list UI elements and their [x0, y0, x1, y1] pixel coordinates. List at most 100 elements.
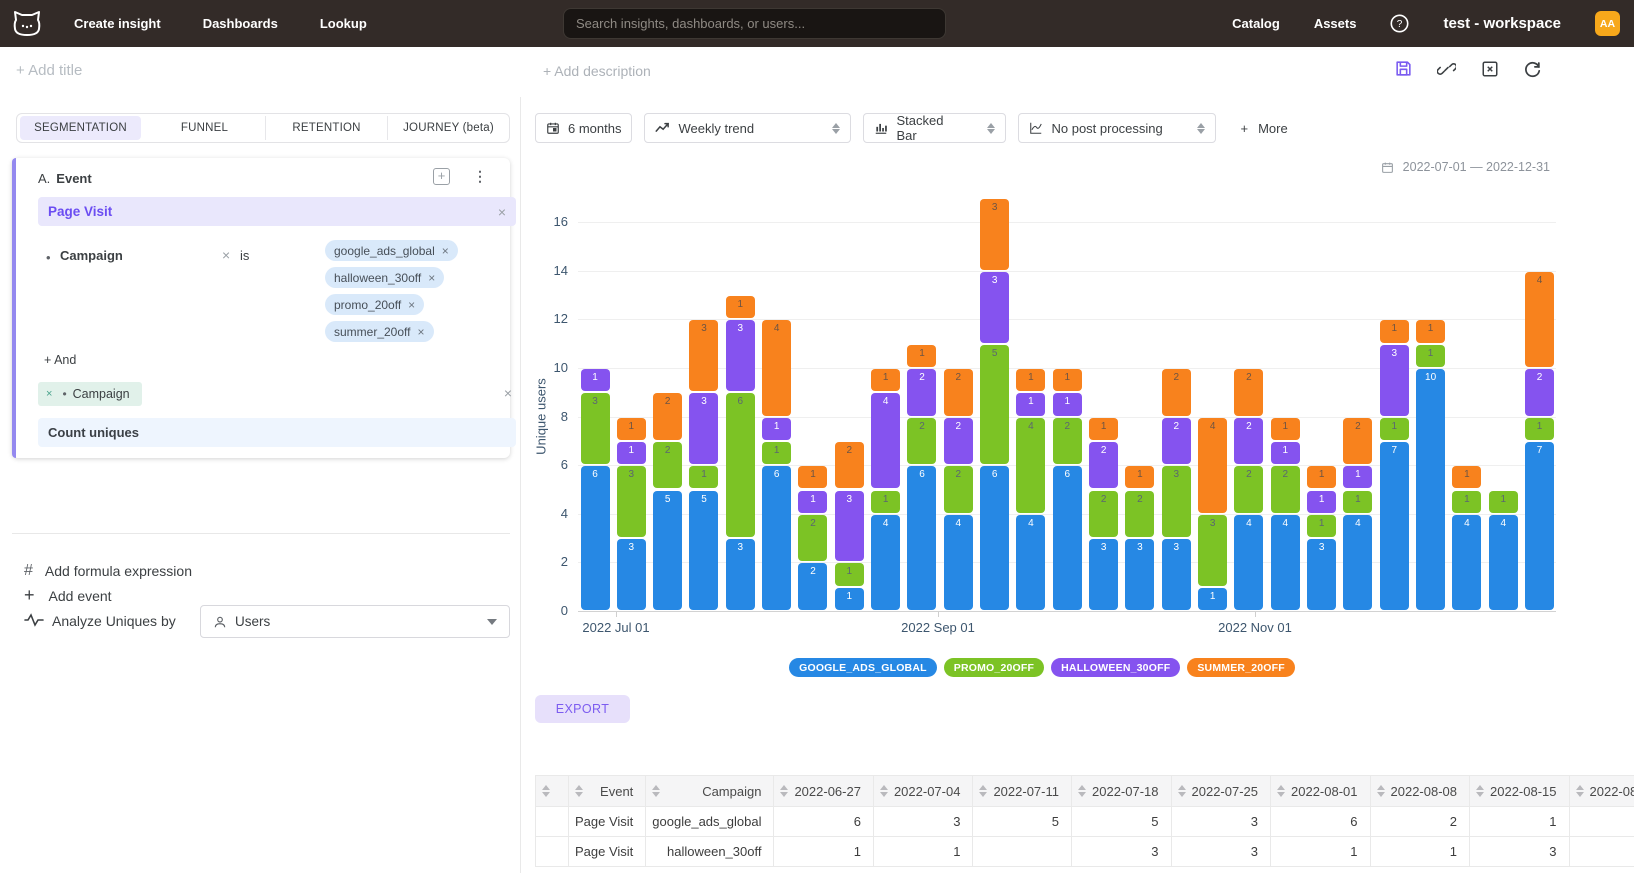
bar-segment[interactable]: 2: [1162, 369, 1191, 416]
tab-funnel[interactable]: FUNNEL: [144, 116, 266, 140]
bar-segment[interactable]: 3: [1125, 539, 1154, 610]
bar-segment[interactable]: 2: [944, 369, 973, 416]
bar-segment[interactable]: 2: [1525, 369, 1554, 416]
app-logo-cat-icon[interactable]: [10, 8, 44, 40]
bar-segment[interactable]: 3: [1380, 345, 1409, 416]
export-button[interactable]: EXPORT: [535, 695, 630, 723]
bar-segment[interactable]: 4: [1198, 418, 1227, 513]
bar-segment[interactable]: 4: [1343, 515, 1372, 610]
bar-segment[interactable]: 4: [1489, 515, 1518, 610]
bar-segment[interactable]: 3: [689, 320, 718, 391]
bar-segment[interactable]: 1: [871, 491, 900, 513]
bar-segment[interactable]: 4: [762, 320, 791, 415]
remove-value-icon[interactable]: ×: [408, 298, 415, 312]
nav-dashboards[interactable]: Dashboards: [203, 16, 278, 31]
bar-segment[interactable]: 3: [1307, 539, 1336, 610]
filter-value-chip[interactable]: google_ads_global×: [325, 240, 458, 261]
bar-segment[interactable]: 2: [798, 563, 827, 610]
add-description-field[interactable]: + Add description: [543, 63, 651, 79]
bar-segment[interactable]: 4: [1271, 515, 1300, 610]
add-filter-icon[interactable]: +: [433, 168, 450, 185]
filter-property[interactable]: Campaign: [60, 248, 123, 263]
column-header[interactable]: [536, 776, 569, 807]
more-button[interactable]: + More: [1240, 121, 1287, 136]
bar-segment[interactable]: 3: [726, 320, 755, 391]
filter-value-chip[interactable]: promo_20off×: [325, 294, 424, 315]
bar-segment[interactable]: 1: [1271, 442, 1300, 464]
bar-segment[interactable]: 1: [907, 345, 936, 367]
bar-segment[interactable]: 3: [617, 466, 646, 537]
link-icon[interactable]: [1437, 59, 1456, 78]
bar-segment[interactable]: 2: [1234, 369, 1263, 416]
bar-segment[interactable]: 1: [1198, 588, 1227, 610]
bar-segment[interactable]: 1: [835, 588, 864, 610]
bar-segment[interactable]: 5: [980, 345, 1009, 465]
column-header[interactable]: 2022-08-08: [1370, 776, 1470, 807]
column-header[interactable]: 2022-08-01: [1271, 776, 1371, 807]
bar-segment[interactable]: 1: [1271, 418, 1300, 440]
bar-segment[interactable]: 1: [1416, 320, 1445, 342]
bar-segment[interactable]: 3: [1162, 466, 1191, 537]
bar-segment[interactable]: 1: [617, 442, 646, 464]
bar-segment[interactable]: 1: [1307, 515, 1336, 537]
bar-segment[interactable]: 1: [1125, 466, 1154, 488]
bar-segment[interactable]: 3: [581, 393, 610, 464]
bar-segment[interactable]: 2: [653, 442, 682, 489]
remove-value-icon[interactable]: ×: [417, 325, 424, 339]
bar-segment[interactable]: 2: [1234, 418, 1263, 465]
bar-segment[interactable]: 1: [617, 418, 646, 440]
bar-segment[interactable]: 3: [1198, 515, 1227, 586]
tab-segmentation[interactable]: SEGMENTATION: [20, 116, 141, 140]
bar-segment[interactable]: 3: [617, 539, 646, 610]
bar-segment[interactable]: 1: [1452, 491, 1481, 513]
bar-segment[interactable]: 2: [907, 418, 936, 465]
nav-catalog[interactable]: Catalog: [1232, 16, 1280, 31]
bar-segment[interactable]: 1: [1525, 418, 1554, 440]
bar-segment[interactable]: 4: [1452, 515, 1481, 610]
workspace-name[interactable]: test - workspace: [1443, 15, 1561, 32]
bar-segment[interactable]: 1: [871, 369, 900, 391]
bar-segment[interactable]: 2: [1125, 491, 1154, 538]
column-header[interactable]: 2022-08-15: [1470, 776, 1570, 807]
bar-segment[interactable]: 1: [1016, 393, 1045, 415]
trend-select[interactable]: Weekly trend: [644, 113, 851, 143]
bar-segment[interactable]: 1: [581, 369, 610, 391]
bar-segment[interactable]: 1: [1089, 418, 1118, 440]
bar-segment[interactable]: 1: [1343, 491, 1372, 513]
bar-segment[interactable]: 2: [653, 393, 682, 440]
column-header[interactable]: 2022-07-04: [873, 776, 973, 807]
aggregation-row[interactable]: Count uniques: [38, 418, 516, 447]
bar-segment[interactable]: 1: [835, 563, 864, 585]
bar-segment[interactable]: 5: [689, 491, 718, 611]
bar-segment[interactable]: 10: [1416, 369, 1445, 610]
bar-segment[interactable]: 3: [726, 539, 755, 610]
bar-segment[interactable]: 2: [1089, 491, 1118, 538]
remove-breakdown-icon[interactable]: ×: [46, 388, 52, 400]
bar-segment[interactable]: 1: [1307, 491, 1336, 513]
column-header[interactable]: Campaign: [646, 776, 774, 807]
bar-segment[interactable]: 1: [798, 466, 827, 488]
filter-value-chip[interactable]: summer_20off×: [325, 321, 434, 342]
filter-value-chip[interactable]: halloween_30off×: [325, 267, 444, 288]
bar-segment[interactable]: 6: [581, 466, 610, 610]
bar-segment[interactable]: 6: [726, 393, 755, 537]
bar-segment[interactable]: 1: [762, 418, 791, 440]
bar-segment[interactable]: 1: [1380, 320, 1409, 342]
add-event-button[interactable]: + Add event: [24, 585, 112, 606]
breakdown-chip[interactable]: × • Campaign: [38, 382, 142, 406]
bar-segment[interactable]: 4: [1234, 515, 1263, 610]
add-formula-button[interactable]: # Add formula expression: [24, 562, 192, 580]
bar-segment[interactable]: 2: [907, 369, 936, 416]
bar-segment[interactable]: 1: [1053, 369, 1082, 391]
bar-segment[interactable]: 1: [1380, 418, 1409, 440]
chart-type-select[interactable]: Stacked Bar: [863, 113, 1006, 143]
bar-segment[interactable]: 1: [1489, 491, 1518, 513]
tab-retention[interactable]: RETENTION: [266, 116, 388, 140]
remove-value-icon[interactable]: ×: [428, 271, 435, 285]
nav-lookup[interactable]: Lookup: [320, 16, 367, 31]
bar-segment[interactable]: 2: [835, 442, 864, 489]
bar-segment[interactable]: 3: [835, 491, 864, 562]
post-processing-select[interactable]: No post processing: [1018, 113, 1216, 143]
legend-pill[interactable]: SUMMER_20OFF: [1187, 658, 1295, 677]
bar-segment[interactable]: 6: [907, 466, 936, 610]
